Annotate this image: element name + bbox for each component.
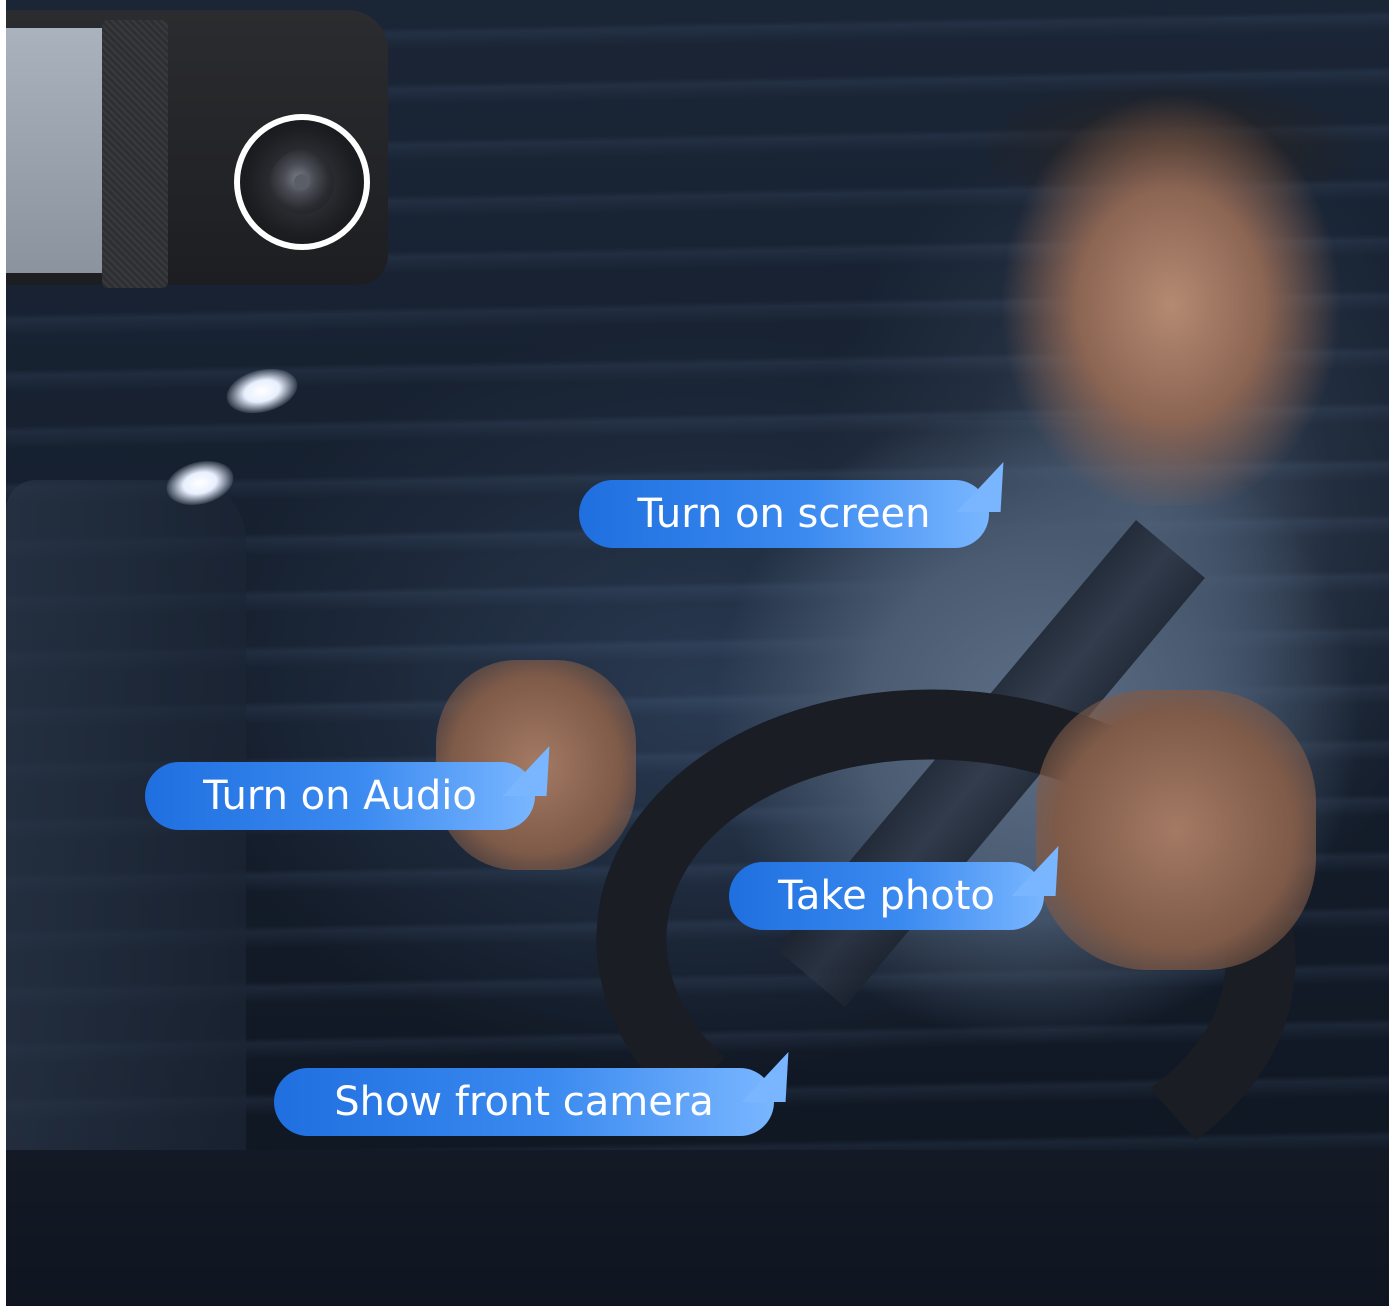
callout-label: Show front camera bbox=[334, 1079, 714, 1125]
callout-turn-on-screen: Turn on screen bbox=[579, 462, 1030, 548]
callout-label: Turn on Audio bbox=[203, 773, 477, 819]
dashboard bbox=[6, 1150, 1389, 1306]
lens-core bbox=[270, 150, 334, 214]
callout-label: Turn on screen bbox=[637, 491, 931, 537]
callout-label: Take photo bbox=[778, 873, 995, 919]
dash-cam-mirror bbox=[6, 10, 388, 288]
callout-take-photo: Take photo bbox=[729, 846, 1085, 930]
lens-dot bbox=[294, 174, 310, 190]
mirror-bracket bbox=[102, 20, 168, 288]
dash-cam-lens-icon bbox=[234, 114, 370, 250]
driver-face bbox=[991, 95, 1351, 505]
driver-right-hand bbox=[1036, 690, 1316, 970]
callout-show-front-camera: Show front camera bbox=[274, 1052, 815, 1136]
mirror-screen bbox=[6, 28, 104, 273]
callout-turn-on-audio: Turn on Audio bbox=[145, 746, 576, 830]
